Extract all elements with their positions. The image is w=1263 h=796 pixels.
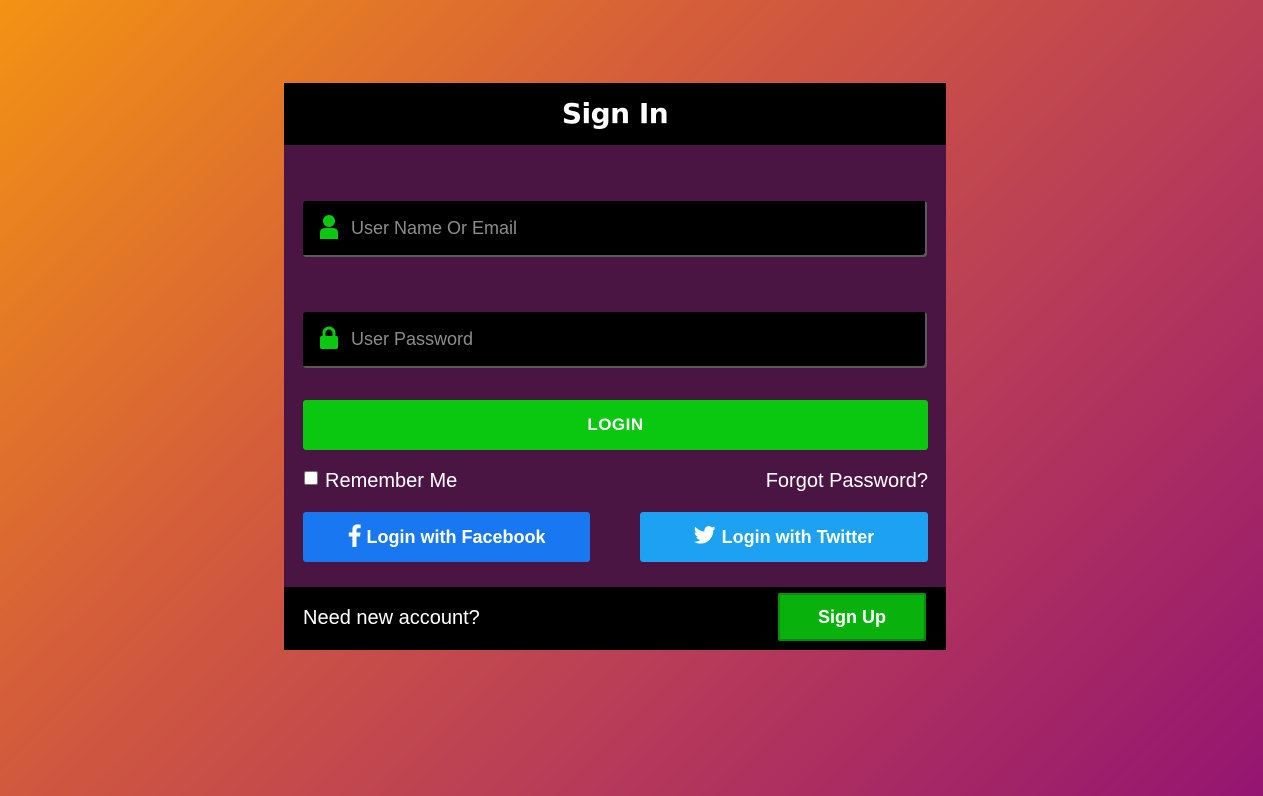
card-footer: Need new account? Sign Up	[284, 587, 946, 650]
username-input[interactable]	[351, 201, 911, 255]
facebook-icon	[348, 523, 367, 552]
card-title: Sign In	[284, 83, 946, 145]
lock-icon	[319, 325, 339, 351]
remember-me-checkbox[interactable]	[304, 471, 318, 485]
password-field[interactable]	[303, 312, 927, 368]
password-input[interactable]	[351, 312, 911, 366]
facebook-login-label: Login with Facebook	[366, 526, 546, 547]
username-field[interactable]	[303, 201, 927, 257]
user-icon	[319, 214, 339, 240]
remember-me[interactable]: Remember Me	[303, 469, 457, 493]
twitter-login-button[interactable]: Login with Twitter	[640, 512, 928, 562]
twitter-icon	[693, 525, 722, 549]
twitter-login-label: Login with Twitter	[721, 526, 875, 547]
sign-in-card: Sign In LOGIN Remember Me Forgot Passwor…	[284, 83, 946, 650]
remember-me-label: Remember Me	[325, 469, 458, 492]
login-button[interactable]: LOGIN	[303, 400, 928, 450]
facebook-login-button[interactable]: Login with Facebook	[303, 512, 590, 562]
forgot-password-link[interactable]: Forgot Password?	[766, 469, 928, 493]
sign-up-button[interactable]: Sign Up	[778, 593, 926, 641]
need-account-text: Need new account?	[303, 607, 480, 629]
